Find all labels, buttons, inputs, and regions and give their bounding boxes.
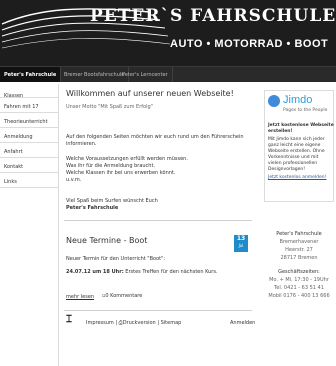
tab-peters-fahrschule[interactable]: Peter's Fahrschule — [0, 67, 62, 83]
site-tagline: AUTO • MOTORRAD • BOOT — [170, 38, 329, 50]
site-brand: PETER`S FAHRSCHULE — [90, 6, 336, 26]
sidebar-divider — [0, 112, 58, 113]
sitemap-link[interactable]: Sitemap — [161, 320, 182, 326]
post-date-rest: Erstes Treffen für den nächsten Kurs. — [123, 269, 218, 275]
jimdo-signup-link[interactable]: Jetzt kostenlos anmelden! — [268, 175, 326, 180]
jimdo-cta-text: Vorkenntnisse und mit — [268, 155, 319, 160]
jimdo-ad: Jimdo Pages to the People Jetzt kostenlo… — [264, 90, 334, 202]
tab-peters-lerncenter[interactable]: Peter's Lerncenter — [118, 67, 173, 83]
contact-street: Bremerhavener — [279, 239, 319, 245]
contact-street2: Heerstr. 27 — [285, 247, 313, 253]
footer-separator: | — [115, 320, 118, 326]
hours-title: Geschäftszeiten: — [278, 269, 320, 275]
jimdo-cta-title: erstellen! — [268, 129, 293, 134]
right-sidebar: Jimdo Pages to the People Jetzt kostenlo… — [262, 84, 336, 366]
comments-count: 0 Kommentare — [105, 293, 143, 299]
info-line: u.v.m. — [66, 177, 82, 183]
post-title[interactable]: Neue Termine - Boot — [66, 236, 147, 245]
contact-box: Peter's Fahrschule Bremerhavener Heerstr… — [262, 230, 336, 300]
sidebar-divider — [0, 187, 58, 188]
login-link[interactable]: Anmelden — [230, 320, 255, 326]
date-badge-day: 13 — [236, 235, 246, 242]
sidebar-item-links[interactable]: Links — [4, 179, 56, 185]
impressum-link[interactable]: Impressum — [86, 320, 114, 326]
site-header: PETER`S FAHRSCHULE AUTO • MOTORRAD • BOO… — [0, 0, 336, 66]
sidebar-divider — [0, 157, 58, 158]
jimdo-logo-text: Jimdo — [283, 94, 313, 106]
footer-links: Impressum | ⎙Druckversion | Sitemap — [86, 320, 181, 326]
intro-text: Auf den folgenden Seiten möchten wir euc… — [66, 134, 244, 147]
sidebar-item-anmeldung[interactable]: Anmeldung — [4, 134, 56, 140]
phone-text: Tel. 0421 - 63 51 41 — [274, 285, 324, 291]
signature-text: Peter's Fahrschule — [66, 205, 119, 211]
info-line: Welche Voraussetzungen erfüllt werden mü… — [66, 156, 188, 162]
comments-link[interactable]: ▫0 Kommentare — [102, 293, 142, 299]
main-content: Willkommen auf unserer neuen Webseite! U… — [64, 84, 256, 366]
contact-name: Peter's Fahrschule — [276, 231, 322, 237]
druckversion-link[interactable]: Druckversion — [123, 320, 156, 326]
jimdo-cta-text: Designvorlagen! — [268, 167, 306, 172]
jimdo-cta-text: ganz leicht eine eigene — [268, 143, 321, 148]
top-nav: Peter's Fahrschule Bremer Bootsfahrschul… — [0, 66, 336, 83]
post-text: Neuer Termin für den Unterricht "Boot": — [66, 256, 166, 262]
read-more-link[interactable]: mehr lesen — [66, 294, 94, 300]
section-divider — [64, 310, 252, 311]
post-date-line: 24.07.12 um 18 Uhr: Erstes Treffen für d… — [66, 269, 218, 275]
section-divider — [64, 220, 252, 221]
hours-text: Mo. + Mi. 17:30 - 19Uhr — [269, 277, 329, 283]
jimdo-cta-text: Mit Jimdo kann sich jeder — [268, 137, 325, 142]
jimdo-logo-icon — [268, 95, 280, 107]
mobile-text: Mobil 0176 - 400 13 666 — [268, 293, 330, 299]
sidebar-item-fahren-mit-17[interactable]: Fahren mit 17 — [4, 104, 56, 110]
welcome-title: Willkommen auf unserer neuen Webseite! — [66, 89, 234, 98]
footer-separator: | — [157, 320, 160, 326]
jimdo-slogan: Pages to the People — [283, 108, 328, 113]
jimdo-cta-text: Webseite erstellen. Ohne — [268, 149, 325, 154]
jimdo-cta-text: vielen professionellen — [268, 161, 318, 166]
date-badge: 13 Jul — [234, 235, 248, 252]
motto-text: Unser Motto "Mit Spaß zum Erfolg" — [66, 104, 153, 110]
sidebar-divider — [0, 172, 58, 173]
sidebar-item-theorieunterricht[interactable]: Theorieunterricht — [4, 119, 56, 125]
sidebar-divider — [0, 127, 58, 128]
text-cursor-icon: ⌶ — [66, 314, 72, 325]
contact-city: 28717 Bremen — [280, 255, 318, 261]
info-line: Was ihr für die Anmeldung braucht. — [66, 163, 156, 169]
sidebar-item-kontakt[interactable]: Kontakt — [4, 164, 56, 170]
date-badge-month: Jul — [238, 243, 244, 248]
sidebar-item-klassen[interactable]: Klassen — [4, 93, 56, 99]
closing-text: Viel Spaß beim Surfen wünscht Euch — [66, 198, 158, 204]
sidebar-item-anfahrt[interactable]: Anfahrt — [4, 149, 56, 155]
post-date-bold: 24.07.12 um 18 Uhr: — [66, 269, 124, 275]
jimdo-cta-title: Jetzt kostenlose Webseite — [268, 123, 334, 128]
info-line: Welche Klassen ihr bei uns erwerben könn… — [66, 170, 176, 176]
sidebar: Klassen Fahren mit 17 Theorieunterricht … — [0, 84, 59, 366]
sidebar-divider — [0, 142, 58, 143]
